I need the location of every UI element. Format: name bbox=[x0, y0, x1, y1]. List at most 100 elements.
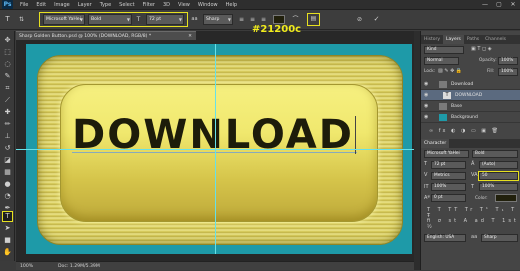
align-center-icon[interactable]: ≡ bbox=[248, 15, 257, 24]
char-font-style-select[interactable]: Bold bbox=[472, 150, 518, 158]
move-tool-icon[interactable]: ✥ bbox=[3, 36, 12, 45]
chevron-down-icon: ▼ bbox=[178, 17, 182, 22]
char-font-size-select[interactable]: 72 pt bbox=[431, 161, 466, 169]
maximize-button[interactable]: ▢ bbox=[492, 0, 506, 10]
menu-3d[interactable]: 3D bbox=[159, 0, 174, 10]
tab-layers[interactable]: Layers bbox=[443, 35, 464, 44]
menu-select[interactable]: Select bbox=[115, 0, 138, 10]
layer-actions-icons[interactable]: ∞ fx ◐ ◑ ▭ ▣ 🗑 bbox=[429, 128, 500, 134]
eye-icon[interactable]: ◉ bbox=[424, 79, 428, 90]
lasso-tool-icon[interactable]: ◌ bbox=[3, 60, 12, 69]
hand-tool-icon[interactable]: ✋ bbox=[3, 248, 12, 257]
menu-layer[interactable]: Layer bbox=[74, 0, 96, 10]
dodge-icon[interactable]: ◔ bbox=[3, 192, 12, 201]
lock-icons[interactable]: ▨ ✎ ✥ 🔒 bbox=[438, 68, 462, 74]
path-select-icon[interactable]: ➤ bbox=[3, 224, 12, 233]
font-family-value: Microsoft YaHei bbox=[46, 17, 81, 22]
tab-character[interactable]: Character bbox=[421, 139, 450, 148]
char-font-size-value: 72 pt bbox=[434, 162, 446, 167]
horizontal-scale-field[interactable]: 100% bbox=[479, 183, 518, 191]
gradient-icon[interactable]: ▦ bbox=[3, 168, 12, 177]
layer-filter-select[interactable]: Kind bbox=[424, 46, 464, 54]
layer-name: DOWNLOAD bbox=[455, 93, 483, 98]
font-size-select[interactable]: 72 pt ▼ bbox=[146, 14, 184, 25]
text-color-swatch[interactable] bbox=[273, 15, 285, 24]
layer-row-download-text[interactable]: ◉ T DOWNLOAD bbox=[421, 90, 520, 101]
shape-tool-icon[interactable]: ■ bbox=[3, 236, 12, 245]
clone-stamp-icon[interactable]: ⊥ bbox=[3, 132, 12, 141]
folder-icon bbox=[439, 103, 447, 110]
font-family-select[interactable]: Microsoft YaHei ▼ bbox=[43, 14, 85, 25]
history-brush-icon[interactable]: ↺ bbox=[3, 144, 12, 153]
filter-icons[interactable]: ▣ T ◻ ◈ bbox=[471, 46, 492, 52]
document-tab[interactable]: Sharp Golden Button.psd @ 100% (DOWNLOAD… bbox=[16, 31, 196, 40]
opacity-field[interactable]: 100% bbox=[498, 57, 518, 65]
vertical-scale-field[interactable]: 100% bbox=[431, 183, 466, 191]
blur-icon[interactable]: ● bbox=[3, 180, 12, 189]
layer-name: Base bbox=[451, 104, 462, 109]
menu-file[interactable]: File bbox=[16, 0, 32, 10]
char-antialias-select[interactable]: Sharp bbox=[481, 234, 518, 242]
baseline-shift-field[interactable]: 0 pt bbox=[431, 194, 466, 202]
window-controls: — ▢ ✕ bbox=[478, 0, 520, 10]
tools-panel: ✥ ⬚ ◌ ✎ ⌗ ⟋ ✚ ✏ ⊥ ↺ ◪ ▦ ● ◔ ✒ T ➤ ■ ✋ bbox=[0, 31, 15, 261]
cancel-icon[interactable]: ⊘ bbox=[355, 15, 364, 24]
align-left-icon[interactable]: ≡ bbox=[237, 15, 246, 24]
eye-icon[interactable]: ◉ bbox=[424, 90, 428, 101]
quick-select-icon[interactable]: ✎ bbox=[3, 72, 12, 81]
layer-row-base-group[interactable]: ◉ Base bbox=[421, 101, 520, 112]
download-text-layer[interactable]: DOWNLOAD bbox=[72, 113, 372, 157]
leading-select[interactable]: (Auto) bbox=[479, 161, 518, 169]
layer-row-download-group[interactable]: ◉ Download bbox=[421, 79, 520, 90]
crop-tool-icon[interactable]: ⌗ bbox=[3, 84, 12, 93]
tab-channels[interactable]: Channels bbox=[482, 35, 509, 44]
fill-field[interactable]: 100% bbox=[498, 68, 518, 76]
minimize-button[interactable]: — bbox=[478, 0, 492, 10]
type-tool-icon[interactable]: T bbox=[3, 15, 12, 24]
vertical-scale-icon: IT bbox=[424, 184, 429, 190]
menu-view[interactable]: View bbox=[174, 0, 194, 10]
menu-help[interactable]: Help bbox=[222, 0, 241, 10]
antialias-icon: aa bbox=[191, 16, 198, 22]
horizontal-scale-icon: T bbox=[471, 184, 475, 190]
close-icon[interactable]: ✕ bbox=[188, 32, 192, 41]
chevron-down-icon: ▼ bbox=[126, 17, 130, 22]
tracking-select[interactable]: 50 bbox=[478, 171, 519, 181]
eye-icon[interactable]: ◉ bbox=[424, 112, 428, 123]
align-right-icon[interactable]: ≡ bbox=[259, 15, 268, 24]
healing-brush-icon[interactable]: ✚ bbox=[3, 108, 12, 117]
char-color-swatch[interactable] bbox=[495, 194, 517, 202]
font-size-icon: T bbox=[424, 161, 428, 167]
warp-text-icon[interactable]: ⌒ bbox=[291, 15, 300, 24]
eraser-icon[interactable]: ◪ bbox=[3, 156, 12, 165]
menu-window[interactable]: Window bbox=[194, 0, 222, 10]
kind-value: Kind bbox=[427, 47, 437, 52]
language-select[interactable]: English: USA bbox=[424, 234, 466, 242]
blend-mode-select[interactable]: Normal bbox=[424, 57, 459, 65]
brush-tool-icon[interactable]: ✏ bbox=[3, 120, 12, 129]
eyedropper-icon[interactable]: ⟋ bbox=[3, 96, 12, 105]
kerning-select[interactable]: Metrics bbox=[431, 172, 466, 180]
layer-row-background[interactable]: ◉ Background bbox=[421, 112, 520, 123]
marquee-tool-icon[interactable]: ⬚ bbox=[3, 48, 12, 57]
tab-paths[interactable]: Paths bbox=[464, 35, 482, 44]
antialias-select[interactable]: Sharp ▼ bbox=[203, 14, 233, 25]
close-window-button[interactable]: ✕ bbox=[506, 0, 520, 10]
font-style-select[interactable]: Bold ▼ bbox=[88, 14, 132, 25]
orientation-icon[interactable]: ⇅ bbox=[17, 15, 26, 24]
char-font-family-select[interactable]: Microsoft YaHei bbox=[424, 150, 469, 158]
menu-type[interactable]: Type bbox=[96, 0, 115, 10]
opentype-icons[interactable]: ﬁ σ st A ad T 1st ½ bbox=[427, 218, 520, 230]
horizontal-type-tool-icon[interactable]: T bbox=[2, 211, 13, 222]
character-panel-icon[interactable]: ▤ bbox=[307, 13, 320, 26]
tab-history[interactable]: History bbox=[421, 35, 443, 44]
commit-icon[interactable]: ✓ bbox=[372, 15, 381, 24]
menu-filter[interactable]: Filter bbox=[139, 0, 159, 10]
chevron-down-icon: ▼ bbox=[227, 17, 231, 22]
layers-panel-tabs: History Layers Paths Channels bbox=[421, 35, 520, 44]
horizontal-guide[interactable] bbox=[16, 149, 414, 150]
eye-icon[interactable]: ◉ bbox=[424, 101, 428, 112]
menu-image[interactable]: Image bbox=[50, 0, 74, 10]
fill-label: Fill: bbox=[487, 69, 495, 74]
menu-edit[interactable]: Edit bbox=[32, 0, 50, 10]
